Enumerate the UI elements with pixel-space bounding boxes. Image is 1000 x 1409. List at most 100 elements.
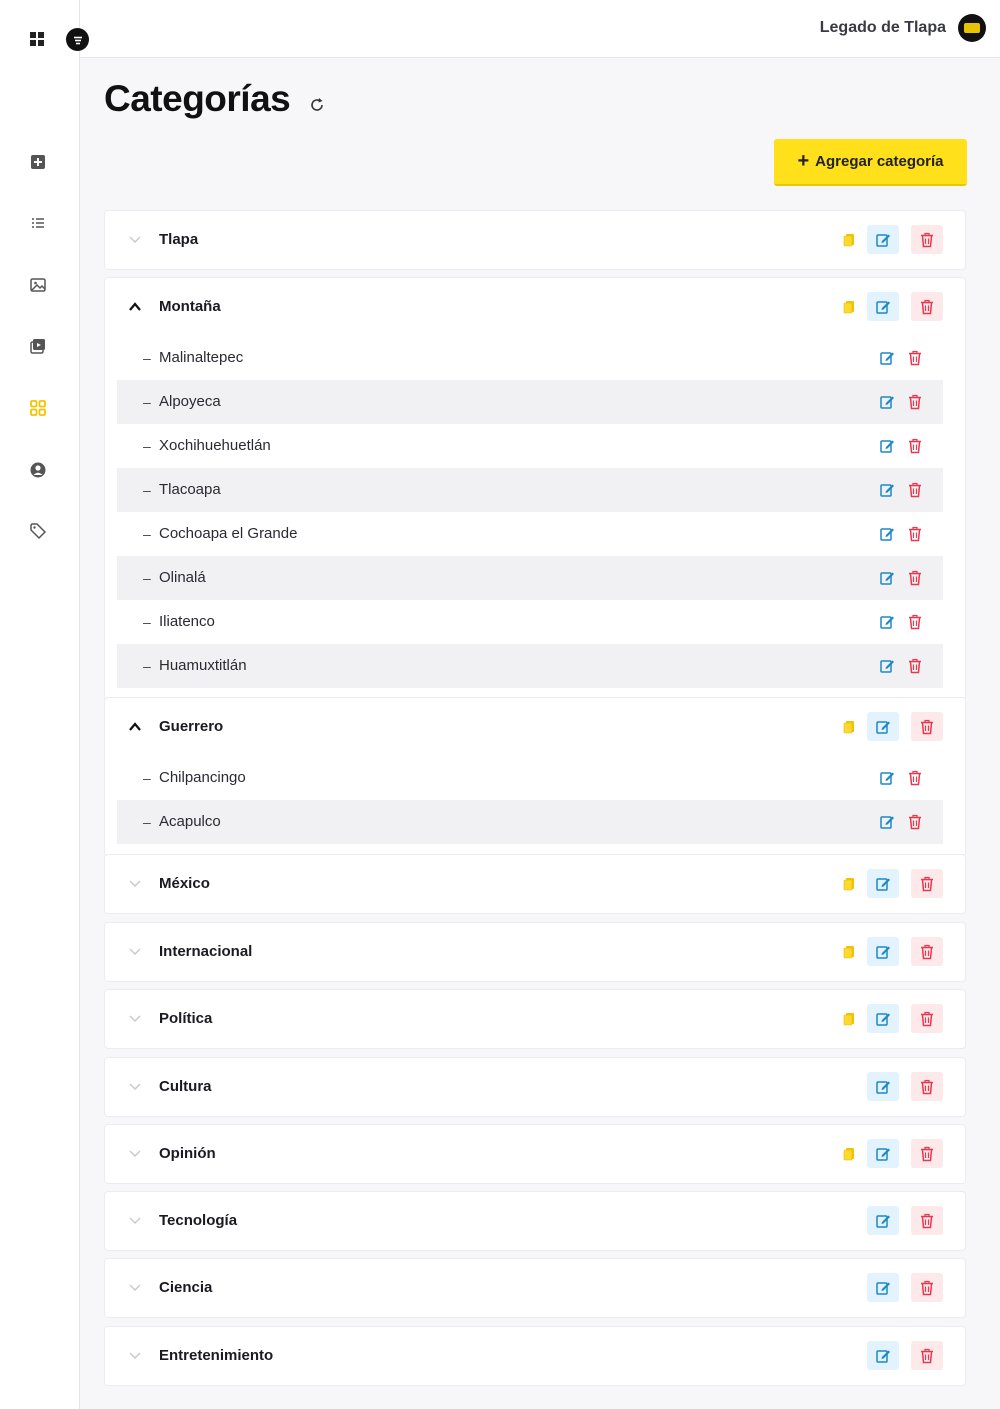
trash-icon[interactable] (907, 770, 923, 786)
trash-icon[interactable] (907, 614, 923, 630)
chevron-down-icon[interactable] (127, 233, 143, 247)
list-icon[interactable] (28, 213, 48, 233)
trash-icon[interactable] (907, 482, 923, 498)
edit-button[interactable] (867, 1004, 899, 1033)
category-row[interactable]: Guerrero (105, 698, 965, 756)
edit-icon[interactable] (879, 570, 895, 586)
category-row[interactable]: Cultura (105, 1058, 965, 1116)
category-row[interactable]: Tlapa (105, 211, 965, 269)
trash-icon[interactable] (907, 658, 923, 674)
featured-icon[interactable] (843, 1147, 855, 1161)
category-card: Tecnología (104, 1191, 966, 1251)
edit-icon[interactable] (879, 658, 895, 674)
subcategory-row[interactable]: – Tlacoapa (117, 468, 943, 512)
trash-icon (919, 876, 935, 892)
delete-button[interactable] (911, 1004, 943, 1033)
delete-button[interactable] (911, 1072, 943, 1101)
tag-icon[interactable] (28, 521, 48, 541)
edit-icon[interactable] (879, 614, 895, 630)
subcategory-row[interactable]: – Xochihuehuetlán (117, 424, 943, 468)
featured-icon[interactable] (843, 945, 855, 959)
trash-icon (919, 1280, 935, 1296)
edit-button[interactable] (867, 1341, 899, 1370)
edit-icon[interactable] (879, 438, 895, 454)
user-icon[interactable] (28, 460, 48, 480)
trash-icon[interactable] (907, 350, 923, 366)
edit-button[interactable] (867, 937, 899, 966)
edit-button[interactable] (867, 1206, 899, 1235)
category-row[interactable]: Opinión (105, 1125, 965, 1183)
chevron-down-icon[interactable] (127, 1080, 143, 1094)
avatar[interactable] (958, 14, 986, 42)
subcategory-row[interactable]: – Olinalá (117, 556, 943, 600)
subcategory-row[interactable]: – Malinaltepec (117, 336, 943, 380)
edit-icon[interactable] (879, 482, 895, 498)
plus-icon: + (797, 149, 810, 172)
categories-icon[interactable] (28, 398, 48, 418)
trash-icon[interactable] (907, 394, 923, 410)
category-row[interactable]: Tecnología (105, 1192, 965, 1250)
delete-button[interactable] (911, 1206, 943, 1235)
subcategory-row[interactable]: – Alpoyeca (117, 380, 943, 424)
chevron-down-icon[interactable] (127, 945, 143, 959)
featured-icon[interactable] (843, 1012, 855, 1026)
category-row[interactable]: Entretenimiento (105, 1327, 965, 1385)
chevron-down-icon[interactable] (127, 1147, 143, 1161)
category-row[interactable]: Montaña (105, 278, 965, 336)
refresh-icon[interactable] (308, 96, 326, 114)
featured-icon[interactable] (843, 300, 855, 314)
add-category-button[interactable]: + Agregar categoría (774, 139, 967, 186)
edit-icon[interactable] (879, 394, 895, 410)
subcategory-row[interactable]: – Iliatenco (117, 600, 943, 644)
edit-button[interactable] (867, 1273, 899, 1302)
edit-button[interactable] (867, 292, 899, 321)
image-icon[interactable] (28, 275, 48, 295)
edit-icon[interactable] (879, 770, 895, 786)
edit-button[interactable] (867, 869, 899, 898)
trash-icon[interactable] (907, 814, 923, 830)
edit-button[interactable] (867, 712, 899, 741)
edit-icon[interactable] (879, 526, 895, 542)
category-row[interactable]: México (105, 855, 965, 913)
menu-toggle-button[interactable] (66, 28, 89, 51)
video-icon[interactable] (28, 336, 48, 356)
chevron-down-icon[interactable] (127, 1281, 143, 1295)
featured-icon[interactable] (843, 877, 855, 891)
delete-button[interactable] (911, 869, 943, 898)
delete-button[interactable] (911, 292, 943, 321)
chevron-down-icon[interactable] (127, 1349, 143, 1363)
category-card: Cultura (104, 1057, 966, 1117)
add-post-icon[interactable] (28, 152, 48, 172)
dashboard-icon[interactable] (29, 31, 45, 47)
trash-icon[interactable] (907, 438, 923, 454)
subcategory-row[interactable]: – Chilpancingo (117, 756, 943, 800)
delete-button[interactable] (911, 937, 943, 966)
chevron-down-icon[interactable] (127, 1012, 143, 1026)
delete-button[interactable] (911, 1139, 943, 1168)
category-row[interactable]: Internacional (105, 923, 965, 981)
chevron-up-icon[interactable] (127, 300, 143, 314)
delete-button[interactable] (911, 225, 943, 254)
chevron-down-icon[interactable] (127, 1214, 143, 1228)
subcategory-row[interactable]: – Acapulco (117, 800, 943, 844)
category-row[interactable]: Política (105, 990, 965, 1048)
subcategory-row[interactable]: – Cochoapa el Grande (117, 512, 943, 556)
trash-icon[interactable] (907, 570, 923, 586)
edit-button[interactable] (867, 225, 899, 254)
edit-icon[interactable] (879, 350, 895, 366)
featured-icon[interactable] (843, 233, 855, 247)
featured-icon[interactable] (843, 720, 855, 734)
edit-button[interactable] (867, 1072, 899, 1101)
edit-icon[interactable] (879, 814, 895, 830)
chevron-down-icon[interactable] (127, 877, 143, 891)
delete-button[interactable] (911, 712, 943, 741)
delete-button[interactable] (911, 1273, 943, 1302)
category-name: Tecnología (159, 1212, 238, 1229)
edit-button[interactable] (867, 1139, 899, 1168)
chevron-up-icon[interactable] (127, 720, 143, 734)
subcategory-row[interactable]: – Huamuxtitlán (117, 644, 943, 688)
edit-icon (875, 232, 891, 248)
delete-button[interactable] (911, 1341, 943, 1370)
category-row[interactable]: Ciencia (105, 1259, 965, 1317)
trash-icon[interactable] (907, 526, 923, 542)
